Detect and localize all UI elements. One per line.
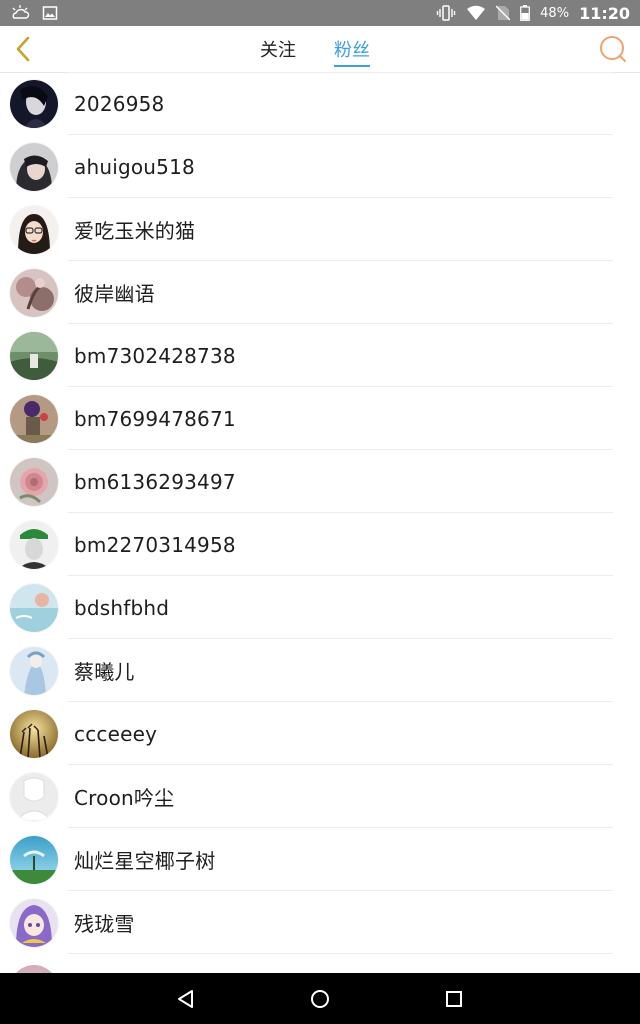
avatar — [10, 142, 58, 191]
fan-name: 2026958 — [74, 91, 165, 116]
fan-name: Croon吟尘 — [74, 786, 175, 810]
avatar — [10, 965, 58, 973]
list-item[interactable]: ccceeey — [0, 702, 640, 765]
fan-name: bm7699478671 — [74, 406, 236, 431]
list-item[interactable]: bm6136293497 — [0, 450, 640, 513]
fan-name: bm6136293497 — [74, 469, 236, 494]
list-item[interactable]: bm7302428738 — [0, 324, 640, 387]
tab-bar: 关注 粉丝 — [0, 26, 640, 72]
battery-percent: 48% — [540, 5, 570, 21]
fan-name: 蔡曦儿 — [74, 660, 135, 684]
nav-back-button[interactable] — [170, 983, 202, 1015]
avatar — [10, 268, 58, 317]
circle-home-icon — [309, 988, 331, 1010]
battery-icon — [520, 5, 531, 21]
wifi-icon — [466, 5, 486, 21]
list-item[interactable]: 彼岸幽语 — [0, 261, 640, 324]
square-recents-icon — [443, 988, 465, 1010]
avatar — [10, 520, 58, 569]
fan-name: 残珑雪 — [74, 912, 135, 936]
fan-name: bm7302428738 — [74, 343, 236, 368]
fan-name: bdshfbhd — [74, 595, 170, 620]
list-item[interactable]: bdshfbhd — [0, 576, 640, 639]
avatar — [10, 646, 58, 695]
list-item[interactable]: 爱吃玉米的猫 — [0, 198, 640, 261]
list-item[interactable]: 残珑雪 — [0, 891, 640, 954]
avatar — [10, 709, 58, 758]
avatar — [10, 79, 58, 128]
list-item[interactable]: bm2270314958 — [0, 513, 640, 576]
nav-home-button[interactable] — [304, 983, 336, 1015]
list-item[interactable]: Croon吟尘 — [0, 765, 640, 828]
no-sim-icon — [496, 5, 511, 21]
tab-fans[interactable]: 粉丝 — [334, 36, 370, 67]
fan-name: 灿烂星空椰子树 — [74, 849, 216, 873]
triangle-back-icon — [175, 988, 197, 1010]
fan-name: bm2270314958 — [74, 532, 236, 557]
image-notification-icon — [42, 5, 58, 21]
fan-name: 彼岸幽语 — [74, 282, 155, 306]
avatar — [10, 394, 58, 443]
clock: 11:20 — [579, 3, 630, 23]
weather-icon — [10, 4, 30, 22]
app-header: 关注 粉丝 — [0, 26, 640, 73]
fan-name: ccceeey — [74, 721, 158, 746]
avatar — [10, 583, 58, 632]
status-bar: 48% 11:20 — [0, 0, 640, 26]
list-divider — [68, 953, 613, 954]
fan-name: 爱吃玉米的猫 — [74, 219, 196, 243]
avatar — [10, 457, 58, 506]
search-button[interactable] — [596, 32, 630, 66]
avatar — [10, 898, 58, 947]
avatar — [10, 331, 58, 380]
avatar — [10, 835, 58, 884]
avatar — [10, 205, 58, 254]
list-item[interactable]: 蔡曦儿 — [0, 639, 640, 702]
vibrate-icon — [436, 5, 456, 21]
nav-recents-button[interactable] — [438, 983, 470, 1015]
list-item[interactable]: bm7699478671 — [0, 387, 640, 450]
list-item[interactable]: 2026958 — [0, 72, 640, 135]
avatar — [10, 772, 58, 821]
fans-list: 2026958 ahuigou518 爱吃玉米的猫 彼岸幽语 bm7302428… — [0, 72, 640, 973]
list-item[interactable]: ahuigou518 — [0, 135, 640, 198]
fan-name: ahuigou518 — [74, 154, 195, 179]
tab-following[interactable]: 关注 — [260, 36, 296, 62]
system-nav-bar — [0, 973, 640, 1024]
list-item[interactable]: 灿烂星空椰子树 — [0, 828, 640, 891]
search-icon — [598, 34, 628, 64]
